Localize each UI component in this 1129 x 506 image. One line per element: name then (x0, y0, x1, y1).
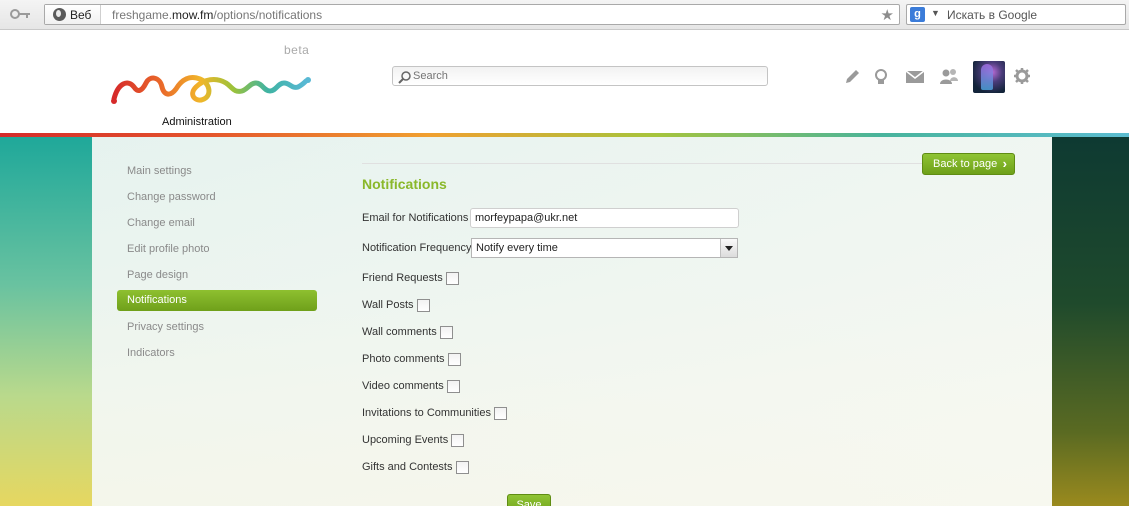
google-search-placeholder[interactable]: Искать в Google (947, 8, 1037, 22)
site-search-box[interactable] (392, 66, 768, 86)
sidebar-item-main-settings[interactable]: Main settings (117, 161, 317, 182)
wall-comments-checkbox[interactable] (439, 325, 453, 339)
site-info-button[interactable]: Веб (45, 5, 101, 24)
wall-posts-checkbox[interactable] (416, 298, 430, 312)
sidebar-item-notifications[interactable]: Notifications (117, 290, 317, 311)
administration-label[interactable]: Administration (162, 116, 232, 128)
sidebar-item-privacy-settings[interactable]: Privacy settings (117, 317, 317, 338)
pencil-icon[interactable] (843, 67, 863, 87)
sidebar-item-indicators[interactable]: Indicators (117, 343, 317, 364)
checkbox-label: Friend Requests (362, 272, 443, 284)
friends-icon[interactable] (939, 67, 959, 87)
checkbox-row-video-comments: Video comments (362, 379, 460, 393)
avatar[interactable] (973, 61, 1005, 93)
checkbox-row-photo-comments: Photo comments (362, 352, 461, 366)
chevron-right-icon: › (1002, 156, 1007, 171)
checkbox-label: Wall comments (362, 326, 437, 338)
key-icon[interactable] (10, 7, 32, 21)
save-button[interactable]: Save (507, 494, 551, 506)
checkbox-row-invitations: Invitations to Communities (362, 406, 507, 420)
frequency-label: Notification Frequency (362, 242, 472, 254)
sidebar-item-change-email[interactable]: Change email (117, 213, 317, 234)
email-field[interactable] (470, 208, 739, 228)
checkbox-label: Wall Posts (362, 299, 414, 311)
checkbox-row-upcoming-events: Upcoming Events (362, 433, 465, 447)
upcoming-events-checkbox[interactable] (451, 433, 465, 447)
page-background-right (1052, 137, 1129, 506)
checkbox-label: Gifts and Contests (362, 461, 453, 473)
lightbulb-icon[interactable] (871, 67, 891, 87)
frequency-select-value: Notify every time (476, 242, 558, 254)
invitations-checkbox[interactable] (494, 406, 507, 420)
bookmark-star-icon[interactable]: ★ (881, 6, 894, 24)
gear-icon[interactable] (1012, 66, 1032, 86)
gifts-contests-checkbox[interactable] (455, 460, 469, 474)
sidebar-item-change-password[interactable]: Change password (117, 187, 317, 208)
site-badge-label: Веб (70, 7, 92, 22)
sidebar-item-edit-profile-photo[interactable]: Edit profile photo (117, 239, 317, 260)
page-title: Notifications (362, 176, 447, 192)
beta-label: beta (284, 43, 310, 57)
back-to-page-button[interactable]: Back to page › (922, 153, 1015, 175)
search-icon (398, 71, 411, 84)
content-divider (362, 163, 922, 164)
checkbox-label: Upcoming Events (362, 434, 449, 446)
back-to-page-label: Back to page (933, 158, 998, 170)
photo-comments-checkbox[interactable] (447, 352, 461, 366)
search-engine-dropdown-icon[interactable]: ▼ (931, 8, 940, 18)
frequency-select[interactable]: Notify every time (471, 238, 738, 258)
search-input[interactable] (413, 68, 753, 84)
google-search-box[interactable]: g ▼ Искать в Google (906, 4, 1126, 25)
globe-icon (53, 8, 66, 21)
checkbox-row-wall-posts: Wall Posts (362, 298, 430, 312)
checkbox-row-gifts-contests: Gifts and Contests (362, 460, 469, 474)
checkbox-label: Invitations to Communities (362, 407, 491, 419)
browser-toolbar: Веб freshgame.mow.fm/options/notificatio… (0, 0, 1129, 30)
checkbox-row-friend-requests: Friend Requests (362, 271, 459, 285)
email-label: Email for Notifications (362, 212, 469, 224)
video-comments-checkbox[interactable] (446, 379, 460, 393)
google-icon[interactable]: g (910, 7, 925, 22)
checkbox-label: Photo comments (362, 353, 445, 365)
address-bar[interactable]: Веб freshgame.mow.fm/options/notificatio… (44, 4, 900, 25)
site-header: beta Administration (0, 31, 1129, 133)
checkbox-row-wall-comments: Wall comments (362, 325, 453, 339)
sidebar-item-page-design[interactable]: Page design (117, 265, 317, 286)
mail-icon[interactable] (905, 67, 925, 87)
url-text[interactable]: freshgame.mow.fm/options/notifications (112, 8, 322, 22)
friend-requests-checkbox[interactable] (445, 271, 459, 285)
chevron-down-icon[interactable] (720, 239, 737, 257)
checkbox-label: Video comments (362, 380, 444, 392)
